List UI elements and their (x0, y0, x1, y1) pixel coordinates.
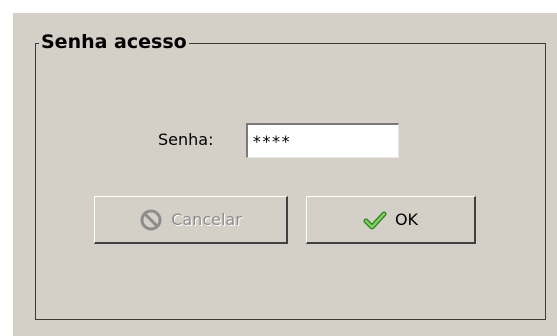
cancel-button-label: Cancelar (171, 210, 242, 229)
ok-button-label: OK (394, 210, 419, 229)
group-box (35, 43, 546, 320)
password-label: Senha: (158, 130, 214, 149)
password-input[interactable] (246, 123, 399, 158)
no-entry-icon (139, 208, 163, 232)
ok-button[interactable]: OK (306, 196, 476, 244)
cancel-button[interactable]: Cancelar (94, 196, 288, 244)
checkmark-icon (363, 208, 387, 232)
group-title: Senha acesso (39, 28, 189, 56)
